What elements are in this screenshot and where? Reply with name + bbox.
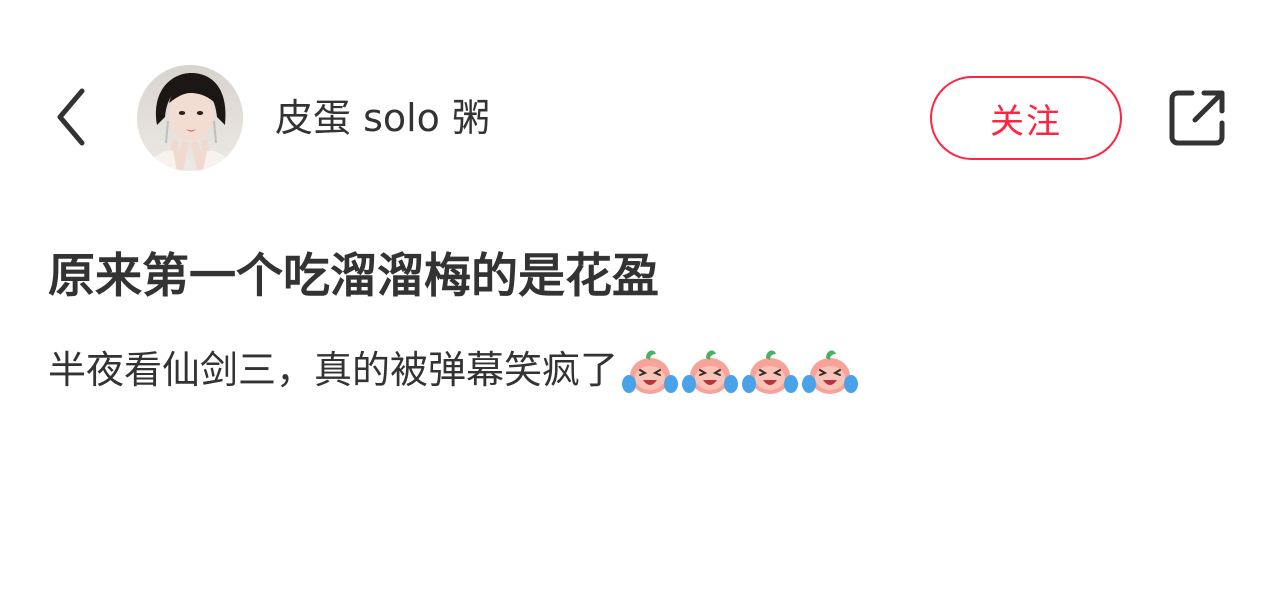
laughing-crying-emoji [802,350,859,394]
top-bar: 皮蛋 solo 粥 关注 [0,55,1284,180]
post-title: 原来第一个吃溜溜梅的是花盈 [48,249,659,304]
chevron-left-icon[interactable] [48,85,96,149]
laughing-crying-emoji [682,350,739,394]
follow-button[interactable]: 关注 [930,76,1122,160]
post-body-text: 半夜看仙剑三，真的被弹幕笑疯了 [48,348,619,392]
laughing-crying-emoji [742,350,799,394]
laughing-crying-emoji [622,350,679,394]
post-body: 半夜看仙剑三，真的被弹幕笑疯了 [48,340,860,400]
username[interactable]: 皮蛋 solo 粥 [275,95,490,141]
share-external-icon[interactable] [1166,87,1228,149]
emoji-row [620,340,860,400]
avatar[interactable] [137,65,243,171]
